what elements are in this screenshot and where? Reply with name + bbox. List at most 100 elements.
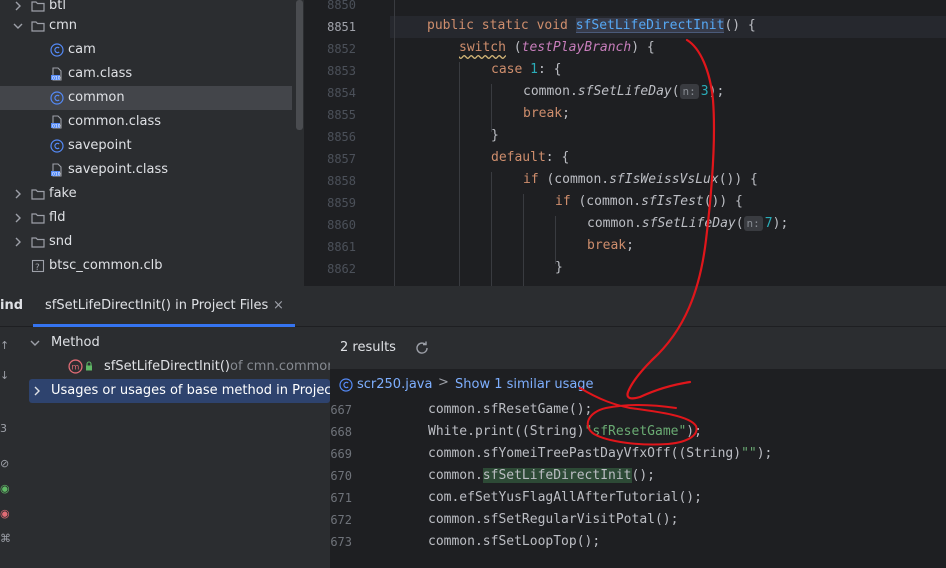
- chevron-right-icon[interactable]: [12, 188, 24, 200]
- chevron-right-icon[interactable]: [12, 236, 24, 248]
- folder-icon: [31, 1, 45, 12]
- code-text: );: [756, 446, 773, 461]
- code-line: if (common.sfIsTest()) {: [555, 194, 743, 209]
- code-text: );: [686, 424, 702, 439]
- tree-scrollbar[interactable]: [296, 0, 303, 130]
- preview-line[interactable]: 669 common.sfYomeiTreePastDayVfxOff((Str…: [330, 444, 946, 466]
- tree-item-label: common: [68, 90, 125, 105]
- preview-line[interactable]: 667 common.sfResetGame();: [330, 400, 946, 422]
- tree-group-method[interactable]: Method: [18, 331, 330, 355]
- project-tree: btl cmn cam 010 cam.class common 010 com…: [0, 0, 304, 286]
- folder-icon: [31, 21, 45, 32]
- preview-line-number: 672: [330, 513, 352, 527]
- usage-file-name[interactable]: scr250.java: [357, 377, 432, 392]
- code-text: ) {: [631, 40, 655, 55]
- next-occurrence-icon[interactable]: ↓: [0, 369, 10, 383]
- previous-occurrence-icon[interactable]: ↑: [0, 339, 10, 353]
- toggle-green-icon[interactable]: ◉: [0, 482, 10, 496]
- code-line: break;: [523, 106, 570, 121]
- preview-code: common.sfSetRegularVisitPotal();: [428, 512, 679, 527]
- group-icon[interactable]: 3: [0, 422, 10, 436]
- code-editor[interactable]: 8850 8851 8852 8853 8854 8855 8856 8857 …: [304, 0, 946, 286]
- preview-code: common.sfSetLifeDirectInit();: [428, 468, 655, 483]
- chevron-right-icon[interactable]: [12, 0, 24, 12]
- class-icon: [50, 139, 64, 153]
- tree-item-method[interactable]: m sfSetLifeDirectInit() of cmn.common: [18, 355, 330, 379]
- usage-file-header[interactable]: scr250.java > Show 1 similar usage: [330, 374, 946, 396]
- code-text: ()) {: [718, 172, 758, 187]
- preview-line[interactable]: 671 com.efSetYusFlagAllAfterTutorial();: [330, 488, 946, 510]
- tree-group-usages[interactable]: Usages or usages of base method in Proje…: [29, 379, 330, 403]
- code-text: common.sfYomeiTreePastDayVfxOff((String): [428, 446, 742, 461]
- tree-item-fake[interactable]: fake: [0, 182, 292, 206]
- line-number: 8852: [327, 42, 356, 56]
- chevron-down-icon[interactable]: [12, 20, 24, 32]
- tree-item-btsc-common-clb[interactable]: ? btsc_common.clb: [0, 254, 292, 278]
- tree-item-label: common.class: [68, 114, 162, 129]
- tree-item-cam-class[interactable]: 010 cam.class: [0, 62, 292, 86]
- tree-item-snd[interactable]: snd: [0, 230, 292, 254]
- method-location: of cmn.common: [230, 359, 330, 374]
- code-text: common.: [523, 84, 578, 99]
- tree-item-common-class[interactable]: 010 common.class: [0, 110, 292, 134]
- chevron-down-icon[interactable]: [30, 337, 42, 349]
- group-label: Usages or usages of base method in Proje…: [51, 383, 330, 398]
- parameter-hint: n:: [743, 216, 763, 231]
- show-similar-usage-link[interactable]: Show 1 similar usage: [455, 377, 594, 392]
- settings-icon[interactable]: ⌘: [0, 532, 10, 546]
- tree-item-label: fld: [49, 210, 66, 225]
- line-number: 8853: [327, 64, 356, 78]
- keyword: case: [491, 62, 531, 77]
- code-text: : {: [537, 62, 562, 77]
- tree-item-savepoint-class[interactable]: 010 savepoint.class: [0, 158, 292, 182]
- svg-text:m: m: [72, 363, 80, 372]
- code-line: switch (testPlayBranch) {: [459, 40, 655, 55]
- line-number: 8858: [327, 174, 356, 188]
- code-line: }: [555, 260, 563, 275]
- preview-line-number: 667: [330, 403, 352, 417]
- tree-item-common[interactable]: common: [0, 86, 292, 110]
- chevron-right-icon[interactable]: [32, 385, 44, 397]
- preview-line[interactable]: 672 common.sfSetRegularVisitPotal();: [330, 510, 946, 532]
- indent-guide: [555, 216, 556, 264]
- class-icon: [50, 91, 64, 105]
- indent-guide: [394, 0, 395, 286]
- unknown-file-icon: ?: [31, 259, 45, 273]
- line-number: 8861: [327, 240, 356, 254]
- group-label: Method: [51, 335, 100, 350]
- tree-item-cam[interactable]: cam: [0, 38, 292, 62]
- chevron-right-icon[interactable]: [12, 212, 24, 224]
- toggle-red-icon[interactable]: ◉: [0, 507, 10, 521]
- tree-item-label: fake: [49, 186, 77, 201]
- svg-text:010: 010: [52, 172, 61, 178]
- tree-item-cmn[interactable]: cmn: [0, 14, 292, 38]
- preview-line[interactable]: 668 White.print((String)"sfResetGame");: [330, 422, 946, 444]
- line-number: 8855: [327, 108, 356, 122]
- code-text: ;: [562, 106, 570, 121]
- static-method-call: sfIsWeissVsLux: [609, 172, 719, 187]
- number-literal: 7: [764, 216, 773, 231]
- method-declaration: sfSetLifeDirectInit: [575, 18, 725, 33]
- usage-preview-pane: 2 results scr250.java > Show 1 similar u…: [330, 327, 946, 568]
- tab-find-results[interactable]: sfSetLifeDirectInit() in Project Files ×: [33, 286, 295, 327]
- refresh-icon[interactable]: [414, 340, 430, 356]
- line-number: 8851: [327, 20, 356, 34]
- filter-icon[interactable]: ⊘: [0, 457, 10, 471]
- close-icon[interactable]: ×: [273, 298, 284, 313]
- preview-line-number: 668: [330, 425, 352, 439]
- indent-guide: [491, 172, 492, 286]
- folder-icon: [31, 213, 45, 224]
- line-number: 8854: [327, 86, 356, 100]
- preview-line[interactable]: 673 common.sfSetLoopTop();: [330, 532, 946, 554]
- tree-item-label: cmn: [49, 18, 78, 33]
- tree-item-fld[interactable]: fld: [0, 206, 292, 230]
- preview-line[interactable]: 670 common.sfSetLifeDirectInit();: [330, 466, 946, 488]
- method-name: sfSetLifeDirectInit(): [104, 359, 230, 374]
- tree-item-savepoint[interactable]: savepoint: [0, 134, 292, 158]
- code-text: (common.: [538, 172, 610, 187]
- preview-code: common.sfResetGame();: [428, 402, 593, 417]
- preview-code: com.efSetYusFlagAllAfterTutorial();: [428, 490, 702, 505]
- class-icon: [50, 43, 64, 57]
- code-line: if (common.sfIsWeissVsLux()) {: [523, 172, 758, 187]
- code-text: ();: [631, 468, 655, 483]
